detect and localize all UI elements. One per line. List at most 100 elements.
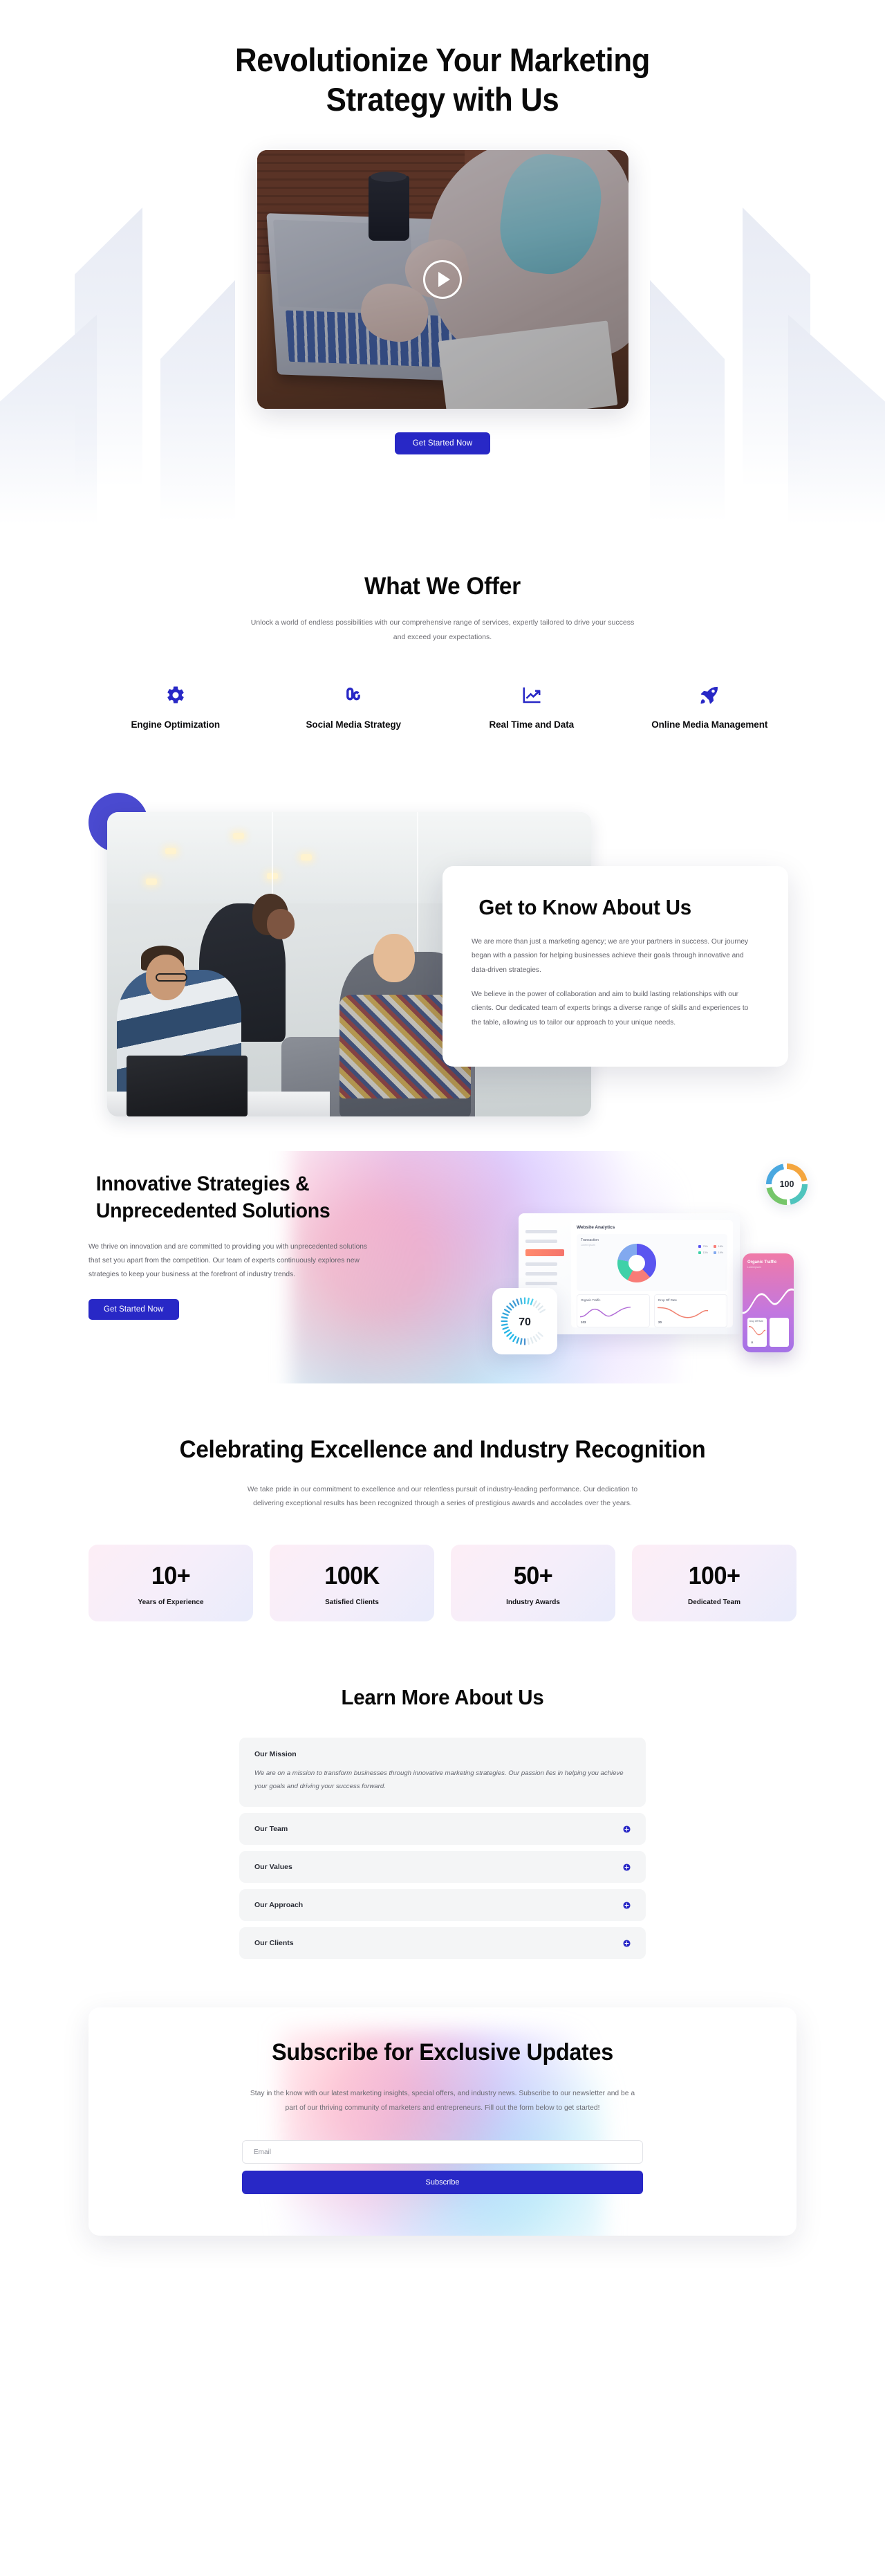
phone-card-title: Drop Off Rate xyxy=(749,1319,763,1323)
hero-section: Revolutionize Your Marketing Strategy wi… xyxy=(0,0,885,553)
service-label: Real Time and Data xyxy=(489,719,575,730)
phone-title: Organic Traffic xyxy=(747,1260,777,1264)
play-icon[interactable] xyxy=(423,259,462,299)
service-label: Online Media Management xyxy=(651,719,768,730)
stat-number: 50+ xyxy=(513,1561,553,1590)
dashboard-illustration: Website Analytics Transaction Lorem ipsu… xyxy=(491,1151,823,1383)
plus-icon[interactable] xyxy=(623,1864,631,1871)
gear-icon xyxy=(86,683,265,707)
plus-icon[interactable] xyxy=(623,1825,631,1833)
accordion-item-our-mission[interactable]: Our Mission We are on a mission to trans… xyxy=(239,1737,646,1807)
legend-value: 18% xyxy=(718,1244,723,1248)
accordion-item-our-clients[interactable]: Our Clients xyxy=(239,1927,646,1960)
about-text-card: Get to Know About Us We are more than ju… xyxy=(442,865,788,1067)
stat-number: 100K xyxy=(324,1561,380,1590)
card-title: Organic Traffic xyxy=(581,1298,601,1302)
accordion-question: Our Clients xyxy=(254,1939,294,1948)
dashboard-app-title: Website Analytics xyxy=(577,1224,615,1230)
accordion: Our Mission We are on a mission to trans… xyxy=(239,1737,646,1960)
learn-more-title: Learn More About Us xyxy=(341,1684,544,1709)
donut-chart xyxy=(617,1243,657,1282)
services-list: Engine Optimization Social Media Strateg… xyxy=(0,683,885,732)
service-label: Social Media Strategy xyxy=(306,719,402,730)
card-title: Drop Off Rate xyxy=(658,1298,678,1302)
about-paragraph-1: We are more than just a marketing agency… xyxy=(472,937,749,974)
sparkline-chart xyxy=(580,1306,631,1317)
about-paragraph-2: We believe in the power of collaboration… xyxy=(472,991,749,1027)
phone-card-drop-off-rate: Drop Off Rate 21 xyxy=(747,1317,767,1347)
accordion-header[interactable]: Our Mission xyxy=(254,1750,631,1758)
gauge-70-value: 70 xyxy=(519,1316,531,1328)
service-item-social-media-strategy[interactable]: Social Media Strategy xyxy=(265,683,443,732)
newsletter-title: Subscribe for Exclusive Updates xyxy=(272,2039,613,2066)
gauge-100-value: 100 xyxy=(779,1179,794,1189)
accordion-item-our-team[interactable]: Our Team xyxy=(239,1813,646,1846)
phone-sparkline xyxy=(743,1288,794,1314)
accordion-question: Our Mission xyxy=(254,1749,297,1758)
stat-number: 100+ xyxy=(688,1561,740,1590)
stat-label: Industry Awards xyxy=(506,1598,560,1606)
gauge-100-widget: 100 xyxy=(766,1163,808,1205)
service-item-engine-optimization[interactable]: Engine Optimization xyxy=(86,683,265,732)
awards-title: Celebrating Excellence and Industry Reco… xyxy=(179,1435,706,1463)
innovative-section: Innovative Strategies & Unprecedented So… xyxy=(0,1150,885,1383)
landing-page: Revolutionize Your Marketing Strategy wi… xyxy=(0,0,885,2236)
service-item-real-time-and-data[interactable]: Real Time and Data xyxy=(442,683,621,732)
innovative-get-started-button[interactable]: Get Started Now xyxy=(88,1299,179,1321)
chart-line-icon xyxy=(442,683,621,707)
plus-icon[interactable] xyxy=(623,1902,631,1909)
stat-label: Dedicated Team xyxy=(688,1598,740,1606)
offer-subtitle: Unlock a world of endless possibilities … xyxy=(250,618,635,641)
legend-value: 79% xyxy=(702,1244,708,1248)
awards-section: Celebrating Excellence and Industry Reco… xyxy=(0,1435,885,1621)
dashboard-phone-mockup: Organic Traffic Lorem ipsum Drop Off Rat… xyxy=(743,1253,794,1352)
phone-card-sparkline xyxy=(749,1325,766,1335)
subscribe-button[interactable]: Subscribe xyxy=(242,2171,643,2195)
service-label: Engine Optimization xyxy=(131,719,221,730)
dashboard-card-organic-traffic: Organic Traffic 103 xyxy=(577,1294,650,1327)
card-value: 103 xyxy=(581,1320,586,1324)
stat-label: Satisfied Clients xyxy=(325,1598,379,1606)
stat-card: 100+ Dedicated Team xyxy=(632,1544,796,1621)
offer-section: What We Offer Unlock a world of endless … xyxy=(0,553,885,732)
accordion-item-our-approach[interactable]: Our Approach xyxy=(239,1889,646,1922)
panel-title: Transaction xyxy=(581,1238,599,1242)
legend-value: 13% xyxy=(702,1251,708,1254)
stats-list: 10+ Years of Experience 100K Satisfied C… xyxy=(0,1544,885,1621)
accordion-answer: We are on a mission to transform busines… xyxy=(254,1769,624,1790)
about-section: Get to Know About Us We are more than ju… xyxy=(0,782,885,1116)
plus-icon[interactable] xyxy=(623,1940,631,1947)
phone-card-secondary xyxy=(770,1317,789,1347)
stumbleupon-icon xyxy=(265,683,443,707)
dashboard-transaction-panel: Transaction Lorem ipsum 79% 18% 13% 19% xyxy=(577,1233,727,1291)
phone-card-value: 21 xyxy=(751,1341,754,1344)
email-input[interactable] xyxy=(242,2140,643,2164)
legend-value: 19% xyxy=(718,1251,723,1254)
hero-get-started-button[interactable]: Get Started Now xyxy=(394,432,491,454)
stat-label: Years of Experience xyxy=(138,1598,204,1606)
stat-card: 50+ Industry Awards xyxy=(451,1544,615,1621)
newsletter-section: Subscribe for Exclusive Updates Stay in … xyxy=(88,2007,796,2236)
accordion-item-our-values[interactable]: Our Values xyxy=(239,1851,646,1884)
about-title: Get to Know About Us xyxy=(478,894,691,919)
offer-title: What We Offer xyxy=(364,573,521,600)
awards-subtitle: We take pride in our commitment to excel… xyxy=(247,1485,638,1508)
service-item-online-media-management[interactable]: Online Media Management xyxy=(621,683,799,732)
innovative-title: Innovative Strategies & Unprecedented So… xyxy=(95,1172,330,1223)
accordion-header[interactable]: Our Values xyxy=(239,1851,646,1883)
card-value: 20 xyxy=(658,1320,662,1324)
donut-legend: 79% 18% 13% 19% xyxy=(698,1244,723,1254)
newsletter-form: Subscribe xyxy=(242,2140,643,2195)
accordion-header[interactable]: Our Approach xyxy=(239,1889,646,1921)
accordion-question: Our Team xyxy=(254,1825,288,1834)
stat-card: 100K Satisfied Clients xyxy=(270,1544,434,1621)
dashboard-card-drop-off-rate: Drop Off Rate 20 xyxy=(654,1294,727,1327)
accordion-question: Our Values xyxy=(254,1863,292,1872)
accordion-header[interactable]: Our Team xyxy=(239,1813,646,1845)
newsletter-card: Subscribe for Exclusive Updates Stay in … xyxy=(88,2007,796,2236)
accordion-header[interactable]: Our Clients xyxy=(239,1927,646,1959)
stat-card: 10+ Years of Experience xyxy=(88,1544,253,1621)
phone-subtitle: Lorem ipsum xyxy=(747,1265,761,1269)
gauge-70-widget: 70 xyxy=(492,1287,557,1354)
hero-video-player[interactable] xyxy=(257,149,628,409)
